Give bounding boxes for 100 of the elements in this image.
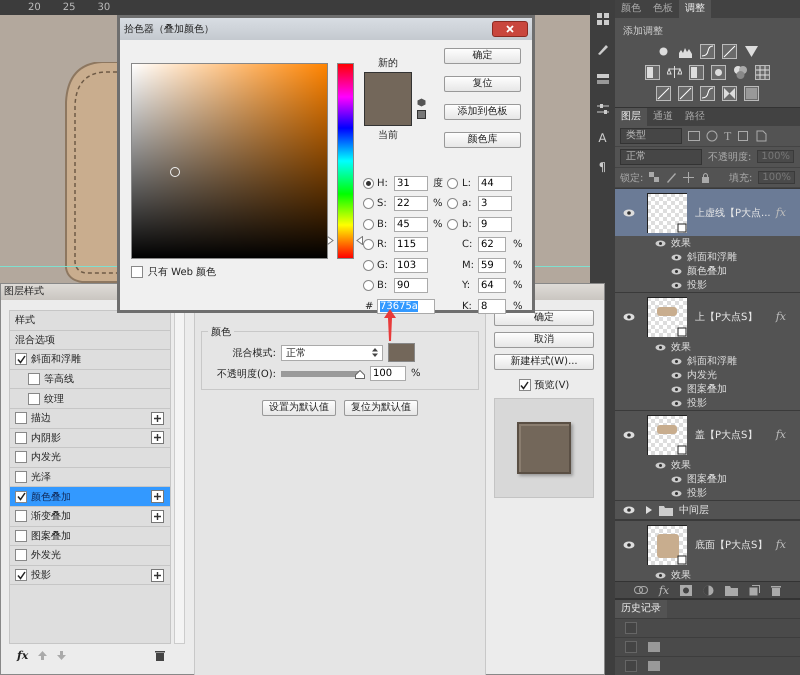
color-marker[interactable] bbox=[170, 167, 180, 177]
value-field[interactable]: 90 bbox=[394, 278, 428, 294]
trash-icon[interactable] bbox=[155, 650, 165, 660]
opacity-input[interactable]: 100 bbox=[370, 366, 406, 381]
checkbox[interactable] bbox=[15, 353, 27, 366]
style-item[interactable]: 内发光 bbox=[10, 448, 170, 468]
eye-icon[interactable] bbox=[671, 358, 682, 365]
style-item[interactable]: 渐变叠加 bbox=[10, 506, 170, 527]
image-icon[interactable] bbox=[688, 130, 700, 142]
eye-icon[interactable] bbox=[671, 476, 682, 483]
square-icon[interactable] bbox=[737, 130, 750, 142]
effect-row[interactable]: 投影 bbox=[615, 396, 800, 410]
effects-row[interactable]: 效果 bbox=[615, 458, 800, 472]
document-icon[interactable] bbox=[755, 130, 768, 142]
effect-row[interactable]: 投影 bbox=[615, 278, 800, 292]
value-field[interactable]: 45 bbox=[394, 216, 428, 232]
lock-icon[interactable] bbox=[700, 172, 712, 184]
style-item[interactable]: 描边 bbox=[10, 408, 170, 429]
checkbox[interactable] bbox=[15, 451, 27, 464]
layer-row[interactable]: 底面【P大点S】 fx bbox=[615, 520, 800, 568]
tool-glyph[interactable]: A bbox=[598, 132, 607, 145]
style-item[interactable]: 外发光 bbox=[10, 546, 170, 566]
checkbox[interactable] bbox=[28, 373, 40, 386]
brush-icon[interactable] bbox=[666, 172, 678, 184]
scale-icon[interactable] bbox=[667, 65, 682, 80]
radio-button[interactable] bbox=[363, 218, 374, 230]
square-icon[interactable] bbox=[417, 110, 426, 119]
slash-square-icon[interactable] bbox=[678, 86, 693, 101]
gradient-square-icon[interactable] bbox=[744, 86, 759, 101]
panel-tab[interactable]: 历史记录 bbox=[615, 600, 667, 618]
brush-icon[interactable] bbox=[596, 42, 610, 56]
checkbox[interactable] bbox=[131, 266, 143, 278]
effect-row[interactable]: 内发光 bbox=[615, 368, 800, 382]
color-swatch[interactable] bbox=[388, 343, 415, 362]
cube-icon[interactable] bbox=[417, 98, 426, 107]
effect-row[interactable]: 斜面和浮雕 bbox=[615, 250, 800, 264]
style-item[interactable]: 颜色叠加 bbox=[10, 487, 170, 507]
grid-icon[interactable] bbox=[755, 65, 770, 80]
eye-icon[interactable] bbox=[671, 490, 682, 497]
value-field[interactable]: 115 bbox=[394, 237, 428, 252]
panel-tab[interactable]: 调整 bbox=[679, 0, 711, 18]
effect-row[interactable]: 投影 bbox=[615, 486, 800, 500]
style-item[interactable]: 内阴影 bbox=[10, 428, 170, 448]
half-circle-icon[interactable] bbox=[703, 584, 714, 596]
blend-mode-dropdown[interactable]: 正常 bbox=[620, 148, 702, 165]
panel-tab[interactable]: 通道 bbox=[647, 108, 679, 126]
radio-button[interactable] bbox=[447, 198, 458, 210]
scrollbar[interactable] bbox=[174, 310, 185, 644]
checkbox[interactable] bbox=[15, 510, 27, 522]
eye-icon[interactable] bbox=[655, 344, 666, 351]
panel-tab[interactable]: 路径 bbox=[679, 108, 711, 126]
dialog-button[interactable]: 颜色库 bbox=[444, 132, 521, 148]
dialog-button[interactable]: 新建样式(W)... bbox=[494, 354, 594, 370]
eye-icon[interactable] bbox=[655, 572, 666, 579]
eye-icon[interactable] bbox=[671, 254, 682, 261]
value-field[interactable]: 9 bbox=[478, 216, 512, 232]
value-field[interactable]: 59 bbox=[478, 258, 506, 273]
dialog-button[interactable]: 取消 bbox=[494, 332, 594, 348]
value-field[interactable]: 103 bbox=[394, 258, 428, 273]
radio-button[interactable] bbox=[363, 178, 374, 189]
value-field[interactable]: 22 bbox=[394, 196, 428, 212]
radio-button[interactable] bbox=[363, 198, 374, 210]
expand-triangle-icon[interactable] bbox=[645, 506, 653, 514]
effects-row[interactable]: 效果 bbox=[615, 340, 800, 354]
checkbox[interactable] bbox=[625, 641, 637, 653]
sliders-icon[interactable] bbox=[596, 102, 610, 116]
curve-icon[interactable] bbox=[700, 44, 715, 59]
link-icon[interactable] bbox=[634, 586, 648, 594]
trash-icon[interactable] bbox=[771, 584, 782, 596]
color-field[interactable] bbox=[131, 63, 328, 259]
eye-icon[interactable] bbox=[623, 208, 635, 217]
hue-slider-thumb[interactable] bbox=[327, 236, 363, 246]
checkbox[interactable] bbox=[15, 490, 27, 503]
add-button[interactable] bbox=[151, 490, 164, 504]
checkbox[interactable] bbox=[28, 392, 40, 405]
eye-icon[interactable] bbox=[671, 282, 682, 289]
panel-tab[interactable]: 图层 bbox=[615, 108, 647, 126]
eye-icon[interactable] bbox=[655, 240, 666, 247]
eye-icon[interactable] bbox=[671, 268, 682, 275]
eye-icon[interactable] bbox=[671, 400, 682, 407]
triangle-icon[interactable] bbox=[744, 44, 759, 59]
group-row[interactable]: 中间层 bbox=[615, 500, 800, 520]
circle-icon[interactable] bbox=[706, 130, 718, 142]
eye-icon[interactable] bbox=[623, 430, 635, 439]
blend-mode-dropdown[interactable]: 正常 bbox=[281, 344, 383, 360]
default-button[interactable]: 复位为默认值 bbox=[344, 400, 418, 416]
new-layer-icon[interactable] bbox=[749, 584, 760, 596]
style-item[interactable]: 等高线 bbox=[10, 370, 170, 390]
fx-button[interactable]: fx bbox=[17, 648, 28, 662]
layer-row[interactable]: 盖【P大点S】 fx bbox=[615, 410, 800, 458]
radio-button[interactable] bbox=[363, 239, 374, 250]
checkbox[interactable] bbox=[15, 530, 27, 542]
style-item[interactable]: 斜面和浮雕 bbox=[10, 350, 170, 370]
eye-icon[interactable] bbox=[623, 506, 635, 514]
layer-row[interactable]: 上虚线【P大点... fx bbox=[615, 188, 800, 236]
value-field[interactable]: 64 bbox=[478, 278, 506, 294]
checkbox[interactable] bbox=[625, 660, 637, 672]
style-item[interactable]: 图案叠加 bbox=[10, 526, 170, 546]
slider-thumb[interactable] bbox=[355, 370, 365, 378]
value-field[interactable]: 8 bbox=[478, 298, 506, 314]
